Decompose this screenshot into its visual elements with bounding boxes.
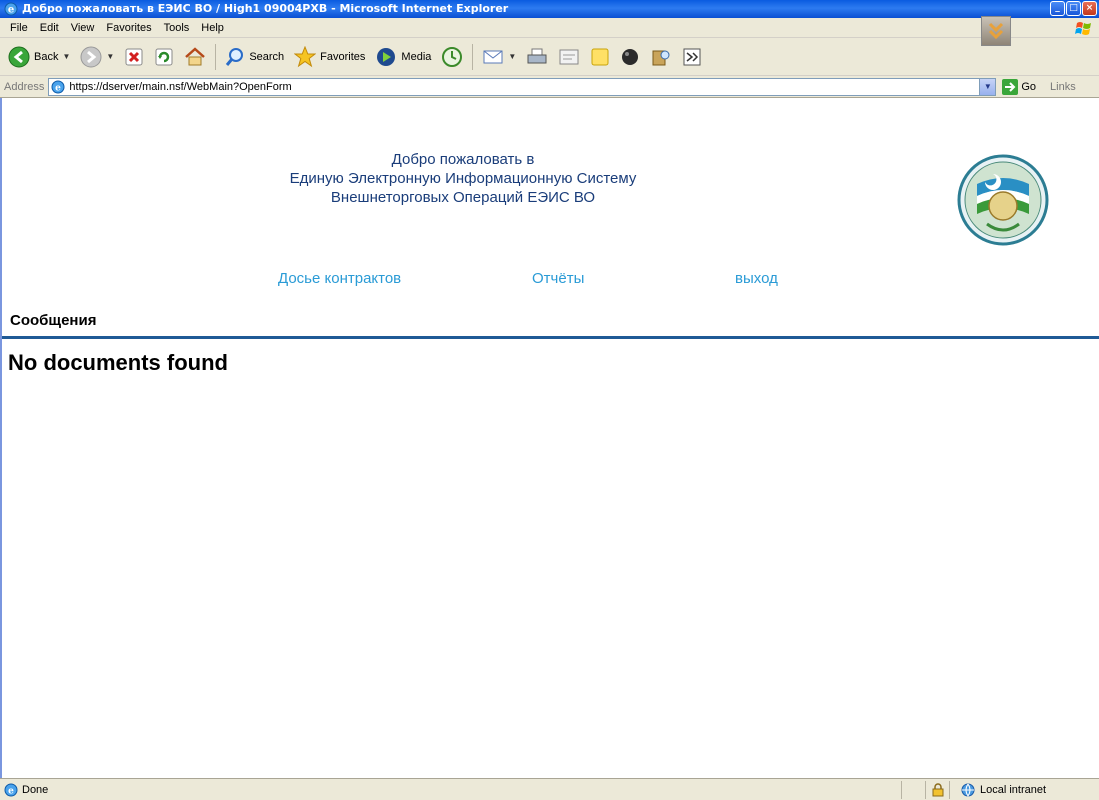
media-button[interactable]: Media	[371, 42, 435, 72]
favorites-star-icon	[294, 45, 317, 67]
download-icon[interactable]	[981, 16, 1011, 46]
page-done-icon: e	[4, 783, 18, 796]
messenger-icon	[622, 48, 639, 65]
status-bar: e Done Local intranet	[0, 778, 1099, 800]
back-dropdown-icon[interactable]: ▼	[62, 52, 70, 61]
page-content: Добро пожаловать в Единую Электронную Ин…	[0, 98, 1099, 778]
print-icon	[527, 48, 547, 63]
security-cell[interactable]	[925, 780, 949, 799]
go-button[interactable]: Go	[1002, 78, 1037, 95]
media-icon	[377, 47, 396, 66]
empty-state-message: No documents found	[8, 350, 228, 375]
maximize-button[interactable]: □	[1066, 1, 1081, 16]
history-icon	[442, 46, 463, 67]
zone-label: Local intranet	[980, 783, 1047, 796]
section-title: Сообщения	[10, 312, 97, 329]
forward-dropdown-icon[interactable]: ▼	[106, 52, 114, 61]
intranet-icon	[961, 783, 975, 797]
forward-button[interactable]: ▼	[76, 42, 118, 72]
nav-link-reports[interactable]: Отчёты	[532, 270, 584, 287]
research-icon	[652, 50, 670, 65]
close-button[interactable]: ×	[1082, 1, 1097, 16]
links-toolbar[interactable]: Links	[1050, 81, 1076, 93]
refresh-button[interactable]	[150, 42, 178, 72]
home-icon	[185, 46, 206, 65]
toolbar-separator	[215, 43, 217, 70]
back-label: Back	[34, 50, 59, 63]
forward-arrow-icon	[80, 46, 102, 67]
search-label: Search	[249, 50, 285, 63]
state-emblem-logo	[957, 154, 1049, 246]
address-label: Address	[4, 80, 45, 93]
research-button[interactable]	[646, 42, 676, 72]
window-titlebar[interactable]: e Добро пожаловать в ЕЭИС ВО / High1 090…	[0, 0, 1099, 18]
media-label: Media	[401, 50, 432, 63]
back-button[interactable]: Back ▼	[4, 42, 74, 72]
go-arrow-icon	[1002, 78, 1019, 95]
print-button[interactable]	[522, 42, 552, 72]
address-url: https://dserver/main.nsf/WebMain?OpenFor…	[69, 80, 292, 93]
note-icon	[591, 48, 609, 65]
menu-favorites[interactable]: Favorites	[100, 22, 157, 34]
tool-icon	[683, 48, 701, 65]
edit-button[interactable]	[554, 42, 584, 72]
svg-text:e: e	[8, 786, 14, 796]
menu-view[interactable]: View	[65, 22, 101, 34]
nav-link-logout[interactable]: выход	[735, 270, 778, 287]
search-icon	[226, 47, 244, 66]
messenger-button[interactable]	[616, 42, 644, 72]
welcome-line-3: Внешнеторговых Операций ЕЭИС ВО	[330, 189, 596, 206]
menu-edit[interactable]: Edit	[34, 22, 65, 34]
security-zone[interactable]: Local intranet	[949, 780, 1099, 799]
status-text: Done	[22, 783, 49, 796]
section-divider	[2, 336, 1099, 339]
address-dropdown-icon[interactable]: ▼	[979, 78, 996, 95]
go-label: Go	[1021, 80, 1037, 93]
nav-link-contracts[interactable]: Досье контрактов	[278, 270, 401, 287]
welcome-banner: Добро пожаловать в Единую Электронную Ин…	[202, 150, 724, 207]
window-title: Добро пожаловать в ЕЭИС ВО / High1 09004…	[22, 2, 509, 15]
menu-help[interactable]: Help	[195, 22, 230, 34]
minimize-button[interactable]: _	[1050, 1, 1065, 16]
toolbar-separator	[472, 43, 474, 70]
svg-text:e: e	[8, 5, 14, 16]
favorites-label: Favorites	[320, 50, 366, 63]
note-button[interactable]	[586, 42, 614, 72]
stop-button[interactable]	[120, 42, 148, 72]
svg-text:e: e	[55, 83, 61, 93]
address-bar: Address e https://dserver/main.nsf/WebMa…	[0, 76, 1099, 98]
back-arrow-icon	[8, 46, 30, 67]
menu-tools[interactable]: Tools	[158, 22, 196, 34]
mail-button[interactable]: ▼	[478, 42, 520, 72]
welcome-line-2: Единую Электронную Информационную Систем…	[289, 170, 637, 187]
history-button[interactable]	[437, 42, 467, 72]
menu-file[interactable]: File	[4, 22, 34, 34]
welcome-line-1: Добро пожаловать в	[391, 151, 535, 168]
lock-icon	[932, 782, 943, 796]
ie-icon: e	[4, 2, 18, 16]
home-button[interactable]	[180, 42, 210, 72]
tool-button[interactable]	[678, 42, 706, 72]
search-button[interactable]: Search	[221, 42, 288, 72]
refresh-icon	[155, 48, 173, 65]
favorites-button[interactable]: Favorites	[290, 42, 369, 72]
address-input[interactable]: e https://dserver/main.nsf/WebMain?OpenF…	[48, 77, 997, 96]
page-icon: e	[51, 80, 65, 93]
mail-icon	[483, 50, 503, 63]
menu-bar: File Edit View Favorites Tools Help	[0, 18, 1099, 38]
mail-dropdown-icon[interactable]: ▼	[508, 52, 516, 61]
edit-page-icon	[559, 49, 579, 64]
status-cell	[901, 780, 925, 799]
toolbar: Back ▼ ▼ Search Favorites Media ▼	[0, 38, 1099, 76]
stop-icon	[125, 48, 143, 65]
windows-flag-icon	[1075, 22, 1091, 35]
